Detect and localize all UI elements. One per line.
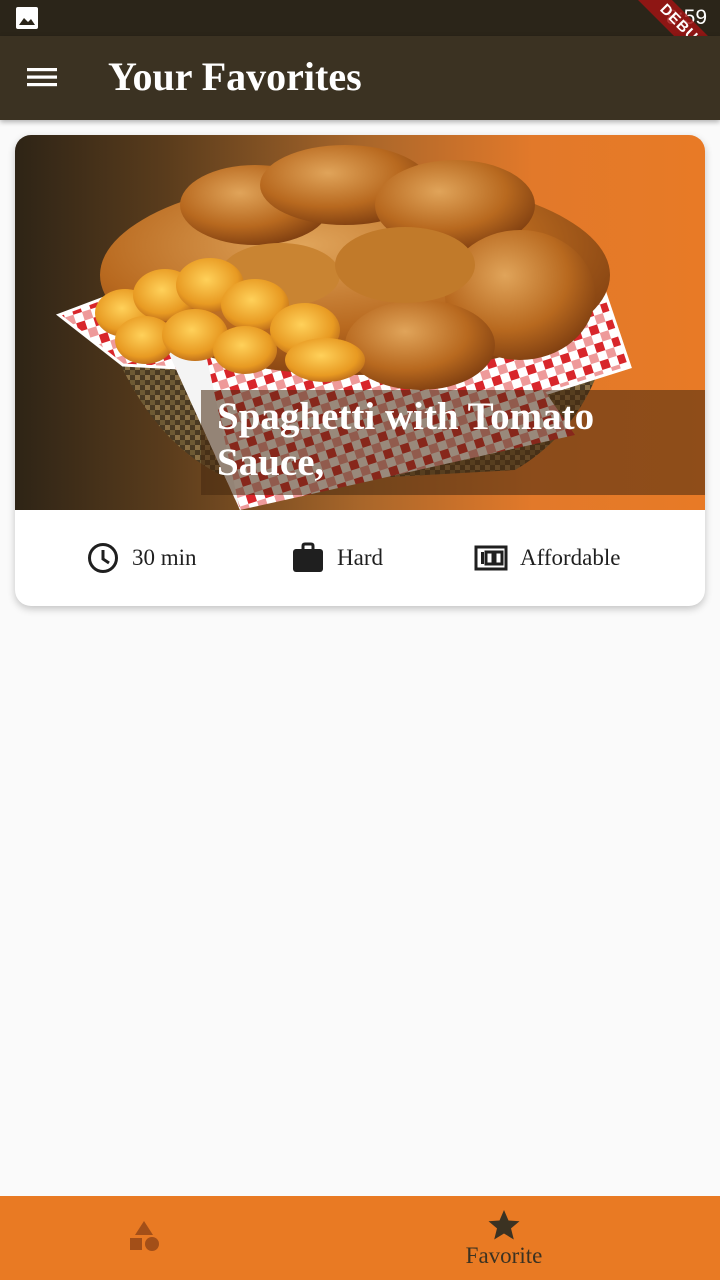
duration-label: 30 min (132, 545, 197, 570)
app-bar: Your Favorites (0, 36, 720, 120)
menu-button[interactable] (12, 48, 72, 108)
clock-icon (88, 543, 118, 573)
star-icon (488, 1210, 520, 1240)
nav-tab-categories[interactable] (0, 1196, 360, 1280)
meal-title: Spaghetti with Tomato Sauce, (217, 395, 595, 484)
briefcase-icon (293, 542, 323, 572)
status-bar: 8:59 DEBUG (0, 0, 720, 36)
meal-complexity: Hard (291, 540, 383, 576)
hamburger-menu-icon (27, 68, 57, 87)
meal-affordability: Affordable (474, 540, 620, 576)
money-icon (474, 545, 508, 571)
meal-image: Spaghetti with Tomato Sauce, (15, 135, 705, 510)
meal-title-overlay: Spaghetti with Tomato Sauce, (201, 390, 705, 495)
bottom-navigation: Favorite (0, 1196, 720, 1280)
meal-card[interactable]: Spaghetti with Tomato Sauce, 30 min Hard (15, 135, 705, 606)
meal-details: 30 min Hard Affordable (15, 510, 705, 606)
complexity-label: Hard (337, 545, 383, 570)
affordability-label: Affordable (520, 545, 621, 570)
category-shapes-icon (130, 1221, 159, 1251)
image-icon (16, 7, 38, 29)
nav-tab-label: Favorite (465, 1243, 543, 1268)
nav-tab-favorites[interactable]: Favorite (360, 1196, 720, 1280)
page-title: Your Favorites (108, 54, 362, 99)
meal-duration: 30 min (86, 540, 197, 576)
